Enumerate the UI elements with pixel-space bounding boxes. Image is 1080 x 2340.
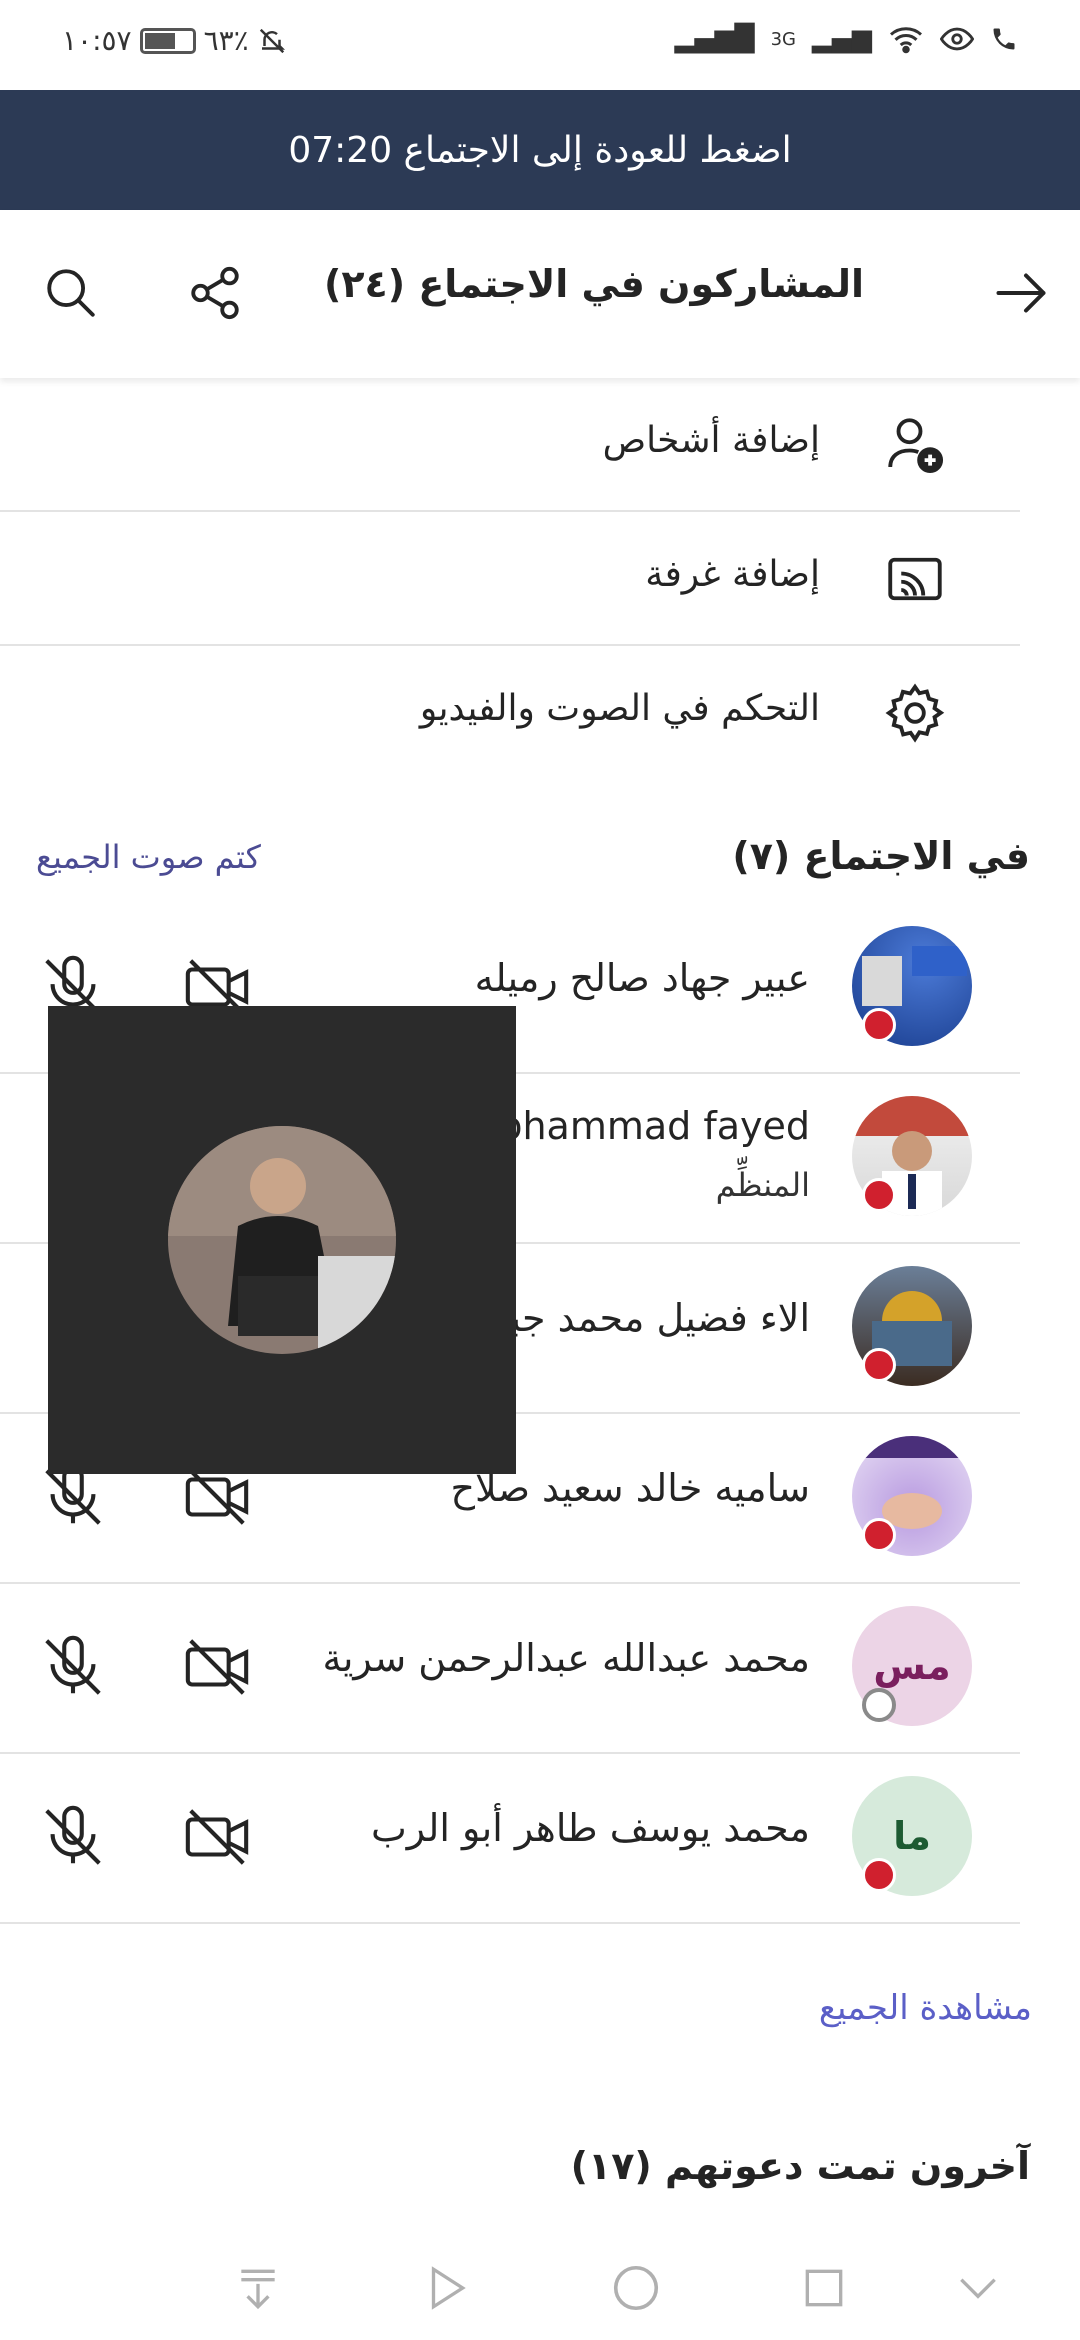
- participant-name: محمد عبدالله عبدالرحمن سرية: [322, 1636, 810, 1680]
- presence-status-icon: [862, 1518, 896, 1552]
- self-video-preview[interactable]: [48, 1006, 516, 1474]
- add-room-row[interactable]: إضافة غرفة: [0, 512, 1020, 646]
- add-people-row[interactable]: إضافة أشخاص: [0, 378, 1020, 512]
- camera-off-icon: [185, 1639, 249, 1695]
- mic-off-icon[interactable]: [38, 1632, 108, 1702]
- return-to-meeting-banner[interactable]: اضغط للعودة إلى الاجتماع 07:20: [0, 90, 1080, 210]
- wifi-icon: [890, 27, 922, 54]
- arrow-right-icon: [996, 273, 1046, 313]
- participant-name: محمد يوسف طاهر أبو الرب: [371, 1806, 810, 1850]
- banner-text: اضغط للعودة إلى الاجتماع 07:20: [288, 129, 792, 171]
- add-room-label: إضافة غرفة: [645, 554, 820, 595]
- play-icon[interactable]: [414, 2256, 478, 2320]
- participant-row[interactable]: مس محمد عبدالله عبدالرحمن سرية: [0, 1584, 1020, 1754]
- header: المشاركون في الاجتماع (٢٤): [0, 210, 1080, 378]
- presence-status-icon: [862, 1178, 896, 1212]
- signal-icon-2: ▂▄▆: [812, 24, 872, 54]
- participant-role: المنظِّم: [715, 1166, 810, 1204]
- av-controls-label: التحكم في الصوت والفيديو: [419, 688, 820, 729]
- bell-off-icon: [259, 28, 285, 53]
- search-icon: [47, 269, 95, 317]
- invited-title: آخرون تمت دعوتهم (١٧): [570, 2144, 1030, 2188]
- presence-status-icon: [862, 1858, 896, 1892]
- participant-name: الاء فضيل محمد جبر: [489, 1296, 810, 1340]
- camera-off-icon: [185, 1809, 249, 1865]
- home-icon[interactable]: [604, 2256, 668, 2320]
- page-title: المشاركون في الاجتماع (٢٤): [323, 262, 864, 306]
- status-left: ١٠:٥٧ ٦٣٪: [62, 24, 287, 57]
- avatar-initials: ما: [893, 1814, 931, 1858]
- status-bar: ١٠:٥٧ ٦٣٪ ▂▄▆█ 3G ▂▄▆: [0, 0, 1080, 90]
- status-time: ١٠:٥٧: [62, 24, 132, 57]
- status-right: ▂▄▆█ 3G ▂▄▆: [675, 24, 1018, 54]
- share-icon: [191, 266, 239, 320]
- participant-name: Mohammad fayed: [466, 1104, 810, 1148]
- signal-icon: ▂▄▆█: [674, 24, 755, 54]
- presence-status-icon: [862, 1008, 896, 1042]
- recents-icon[interactable]: [792, 2256, 856, 2320]
- add-person-icon: [880, 410, 950, 480]
- download-icon[interactable]: [226, 2256, 290, 2320]
- participant-row[interactable]: ما محمد يوسف طاهر أبو الرب: [0, 1754, 1020, 1924]
- in-meeting-title: في الاجتماع (٧): [732, 834, 1030, 878]
- cast-icon: [880, 544, 950, 614]
- presence-status-icon: [862, 1348, 896, 1382]
- eye-icon: [940, 27, 974, 51]
- system-nav-bar: [0, 2236, 1080, 2340]
- network-type: 3G: [770, 28, 796, 50]
- battery-icon: [139, 27, 196, 54]
- share-button[interactable]: [180, 258, 250, 328]
- battery-level: ٦٣٪: [203, 24, 249, 57]
- av-controls-row[interactable]: التحكم في الصوت والفيديو: [0, 646, 1020, 780]
- presence-status-icon: [862, 1688, 896, 1722]
- mute-all-button[interactable]: كتم صوت الجميع: [36, 838, 261, 876]
- search-button[interactable]: [36, 258, 106, 328]
- mic-off-icon[interactable]: [38, 1802, 108, 1872]
- add-people-label: إضافة أشخاص: [602, 420, 820, 461]
- phone-icon: [993, 28, 1015, 50]
- chevron-down-icon[interactable]: [946, 2256, 1010, 2320]
- back-button[interactable]: [986, 258, 1056, 328]
- self-avatar: [168, 1126, 396, 1354]
- avatar-initials: مس: [873, 1644, 951, 1688]
- gear-icon: [880, 678, 950, 748]
- see-all-link[interactable]: مشاهدة الجميع: [819, 1988, 1032, 2028]
- participant-name: عبير جهاد صالح رميله: [474, 956, 810, 1000]
